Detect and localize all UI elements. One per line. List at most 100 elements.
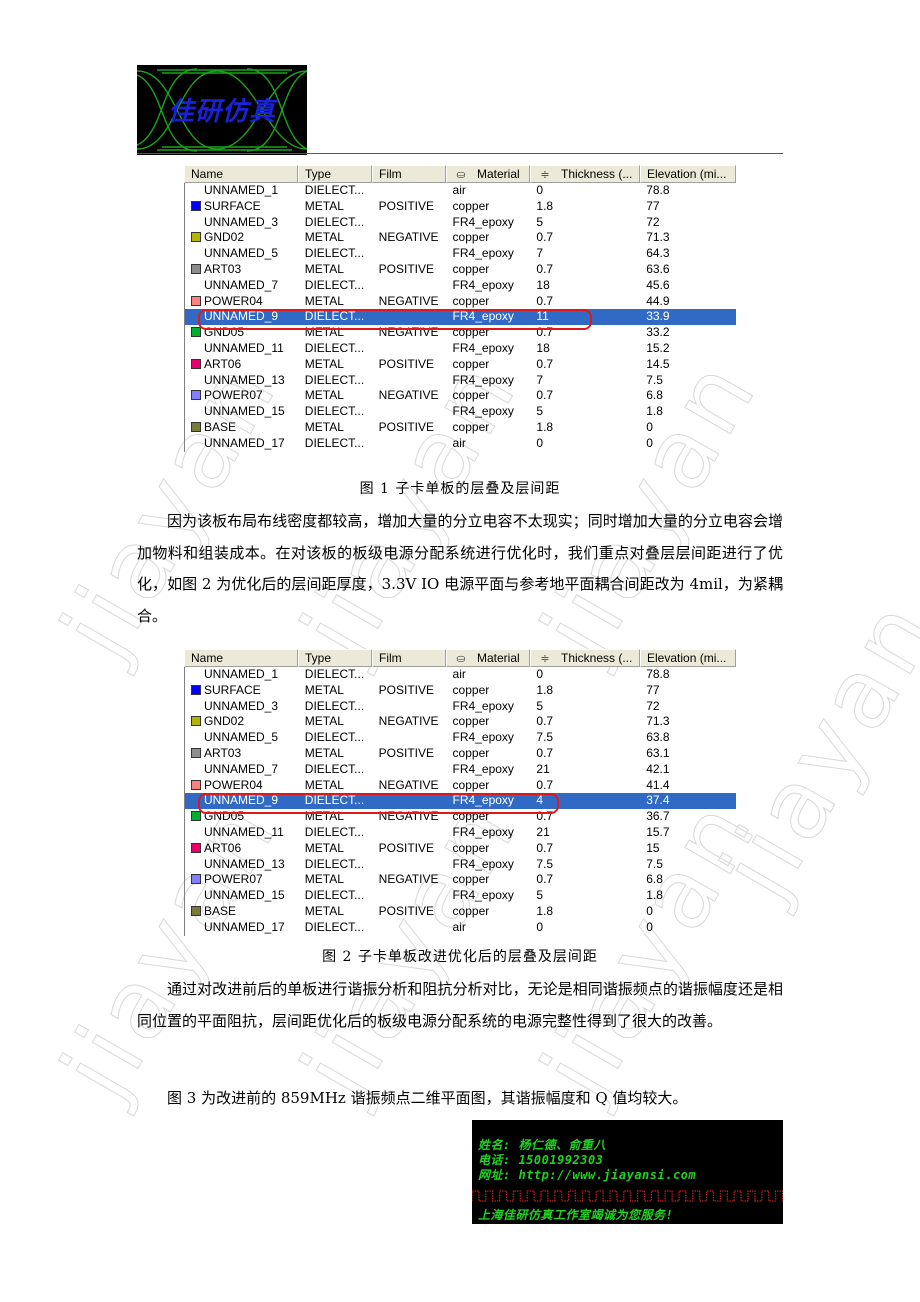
- layer-color-swatch-icon[interactable]: [191, 905, 201, 916]
- square-wave-graphic: [472, 1190, 783, 1202]
- layer-row[interactable]: UNNAMED_7 DIELECT... FR4_epoxy 18 45.6: [185, 278, 736, 294]
- layer-row[interactable]: GND02 METAL NEGATIVE copper 0.7 71.3: [185, 714, 736, 730]
- layer-color-swatch-icon[interactable]: [191, 358, 201, 369]
- column-header-elevation[interactable]: Elevation (mi...: [640, 649, 736, 667]
- layer-elevation: 33.2: [646, 325, 670, 340]
- column-header-thickness[interactable]: ≑ Thickness (...: [530, 649, 640, 667]
- layer-elevation: 71.3: [646, 230, 670, 245]
- layer-type: METAL: [304, 419, 344, 434]
- layer-name-cell: GND02: [185, 230, 299, 246]
- layer-type: METAL: [304, 198, 344, 213]
- layer-row[interactable]: BASE METAL POSITIVE copper 1.8 0: [185, 904, 736, 920]
- layer-thickness: 0.7: [536, 388, 554, 403]
- layer-row[interactable]: UNNAMED_11 DIELECT... FR4_epoxy 18 15.2: [185, 341, 736, 357]
- layer-row[interactable]: UNNAMED_11 DIELECT... FR4_epoxy 21 15.7: [185, 825, 736, 841]
- layer-name-cell: UNNAMED_17: [185, 436, 299, 452]
- layer-film-cell: [373, 920, 447, 936]
- column-header-type[interactable]: Type: [298, 165, 372, 183]
- layer-color-swatch-icon[interactable]: [191, 327, 201, 338]
- layer-thickness: 0.7: [536, 840, 554, 855]
- layer-material: copper: [452, 419, 490, 434]
- column-header-type[interactable]: Type: [298, 649, 372, 667]
- layer-color-swatch-icon[interactable]: [191, 842, 201, 853]
- layer-row[interactable]: GND05 METAL NEGATIVE copper 0.7 36.7: [185, 809, 736, 825]
- layer-name-cell: UNNAMED_15: [185, 404, 299, 420]
- layer-type: METAL: [304, 325, 344, 340]
- column-header-name[interactable]: Name: [184, 649, 298, 667]
- layer-thickness-cell: 0.7: [530, 714, 640, 730]
- layer-elevation: 63.8: [646, 730, 670, 745]
- layer-row[interactable]: UNNAMED_15 DIELECT... FR4_epoxy 5 1.8: [185, 404, 736, 420]
- layer-row[interactable]: UNNAMED_5 DIELECT... FR4_epoxy 7 64.3: [185, 246, 736, 262]
- layer-material-cell: FR4_epoxy: [447, 341, 531, 357]
- layer-color-swatch-icon[interactable]: [191, 295, 201, 306]
- layer-row[interactable]: UNNAMED_3 DIELECT... FR4_epoxy 5 72: [185, 215, 736, 231]
- layer-material-cell: FR4_epoxy: [447, 309, 531, 325]
- layer-elevation: 77: [646, 682, 660, 697]
- column-header-material[interactable]: ⛀ Material: [446, 649, 530, 667]
- layer-type: DIELECT...: [304, 730, 365, 745]
- layer-stack-table-2[interactable]: Name Type Film ⛀ Material ≑ Thickness (...…: [184, 649, 736, 936]
- layer-color-swatch-icon[interactable]: [191, 779, 201, 790]
- layer-row[interactable]: SURFACE METAL POSITIVE copper 1.8 77: [185, 683, 736, 699]
- layer-row[interactable]: UNNAMED_9 DIELECT... FR4_epoxy 4 37.4: [185, 793, 736, 810]
- column-header-film[interactable]: Film: [372, 649, 446, 667]
- layer-row[interactable]: ART06 METAL POSITIVE copper 0.7 14.5: [185, 357, 736, 373]
- layer-row[interactable]: UNNAMED_13 DIELECT... FR4_epoxy 7.5 7.5: [185, 857, 736, 873]
- layer-name: UNNAMED_3: [204, 214, 279, 229]
- layer-color-swatch-icon[interactable]: [191, 263, 201, 274]
- table-body: UNNAMED_1 DIELECT... air 0 78.8 SURFACE METAL P…: [184, 183, 736, 452]
- layer-thickness-cell: 18: [530, 278, 640, 294]
- column-header-elevation[interactable]: Elevation (mi...: [640, 165, 736, 183]
- column-header-material[interactable]: ⛀ Material: [446, 165, 530, 183]
- layer-color-swatch-icon[interactable]: [191, 390, 201, 401]
- layer-row[interactable]: UNNAMED_3 DIELECT... FR4_epoxy 5 72: [185, 699, 736, 715]
- layer-elevation-cell: 42.1: [640, 762, 736, 778]
- layer-row[interactable]: UNNAMED_17 DIELECT... air 0 0: [185, 920, 736, 936]
- layer-row[interactable]: GND05 METAL NEGATIVE copper 0.7 33.2: [185, 325, 736, 341]
- layer-row[interactable]: UNNAMED_9 DIELECT... FR4_epoxy 11 33.9: [185, 309, 736, 326]
- layer-material: FR4_epoxy: [452, 761, 514, 776]
- layer-stack-table-1[interactable]: Name Type Film ⛀ Material ≑ Thickness (...…: [184, 165, 736, 452]
- layer-row[interactable]: ART03 METAL POSITIVE copper 0.7 63.6: [185, 262, 736, 278]
- column-header-thickness[interactable]: ≑ Thickness (...: [530, 165, 640, 183]
- layer-color-swatch-icon[interactable]: [191, 874, 201, 885]
- layer-thickness: 0.7: [536, 325, 554, 340]
- layer-row[interactable]: GND02 METAL NEGATIVE copper 0.7 71.3: [185, 230, 736, 246]
- layer-color-swatch-icon[interactable]: [191, 811, 201, 822]
- layer-row[interactable]: UNNAMED_1 DIELECT... air 0 78.8: [185, 667, 736, 683]
- layer-row[interactable]: BASE METAL POSITIVE copper 1.8 0: [185, 420, 736, 436]
- layer-name-cell: UNNAMED_1: [185, 183, 299, 199]
- layer-color-swatch-icon[interactable]: [191, 232, 201, 243]
- layer-color-swatch-icon[interactable]: [191, 716, 201, 727]
- layer-color-swatch-icon: [191, 701, 201, 711]
- column-header-name[interactable]: Name: [184, 165, 298, 183]
- layer-name: UNNAMED_3: [204, 698, 279, 713]
- layer-film-cell: NEGATIVE: [373, 388, 447, 404]
- layer-row[interactable]: POWER07 METAL NEGATIVE copper 0.7 6.8: [185, 872, 736, 888]
- layer-row[interactable]: POWER04 METAL NEGATIVE copper 0.7 41.4: [185, 778, 736, 794]
- layer-row[interactable]: UNNAMED_7 DIELECT... FR4_epoxy 21 42.1: [185, 762, 736, 778]
- column-header-thickness-label: Thickness (...: [561, 651, 633, 665]
- layer-type-cell: DIELECT...: [299, 309, 373, 325]
- layer-color-swatch-icon[interactable]: [191, 747, 201, 758]
- layer-row[interactable]: ART03 METAL POSITIVE copper 0.7 63.1: [185, 746, 736, 762]
- layer-row[interactable]: POWER04 METAL NEGATIVE copper 0.7 44.9: [185, 294, 736, 310]
- layer-row[interactable]: UNNAMED_1 DIELECT... air 0 78.8: [185, 183, 736, 199]
- layer-color-swatch-icon[interactable]: [191, 421, 201, 432]
- layer-name-cell: UNNAMED_13: [185, 857, 299, 873]
- layer-elevation-cell: 77: [640, 199, 736, 215]
- layer-row[interactable]: SURFACE METAL POSITIVE copper 1.8 77: [185, 199, 736, 215]
- layer-row[interactable]: UNNAMED_15 DIELECT... FR4_epoxy 5 1.8: [185, 888, 736, 904]
- layer-row[interactable]: UNNAMED_17 DIELECT... air 0 0: [185, 436, 736, 452]
- layer-row[interactable]: UNNAMED_5 DIELECT... FR4_epoxy 7.5 63.8: [185, 730, 736, 746]
- layer-color-swatch-icon[interactable]: [191, 684, 201, 695]
- layer-film: NEGATIVE: [378, 714, 439, 729]
- layer-color-swatch-icon[interactable]: [191, 200, 201, 211]
- layer-film-cell: [373, 762, 447, 778]
- layer-row[interactable]: UNNAMED_13 DIELECT... FR4_epoxy 7 7.5: [185, 373, 736, 389]
- layer-elevation-cell: 15.2: [640, 341, 736, 357]
- column-header-film[interactable]: Film: [372, 165, 446, 183]
- layer-row[interactable]: POWER07 METAL NEGATIVE copper 0.7 6.8: [185, 388, 736, 404]
- layer-row[interactable]: ART06 METAL POSITIVE copper 0.7 15: [185, 841, 736, 857]
